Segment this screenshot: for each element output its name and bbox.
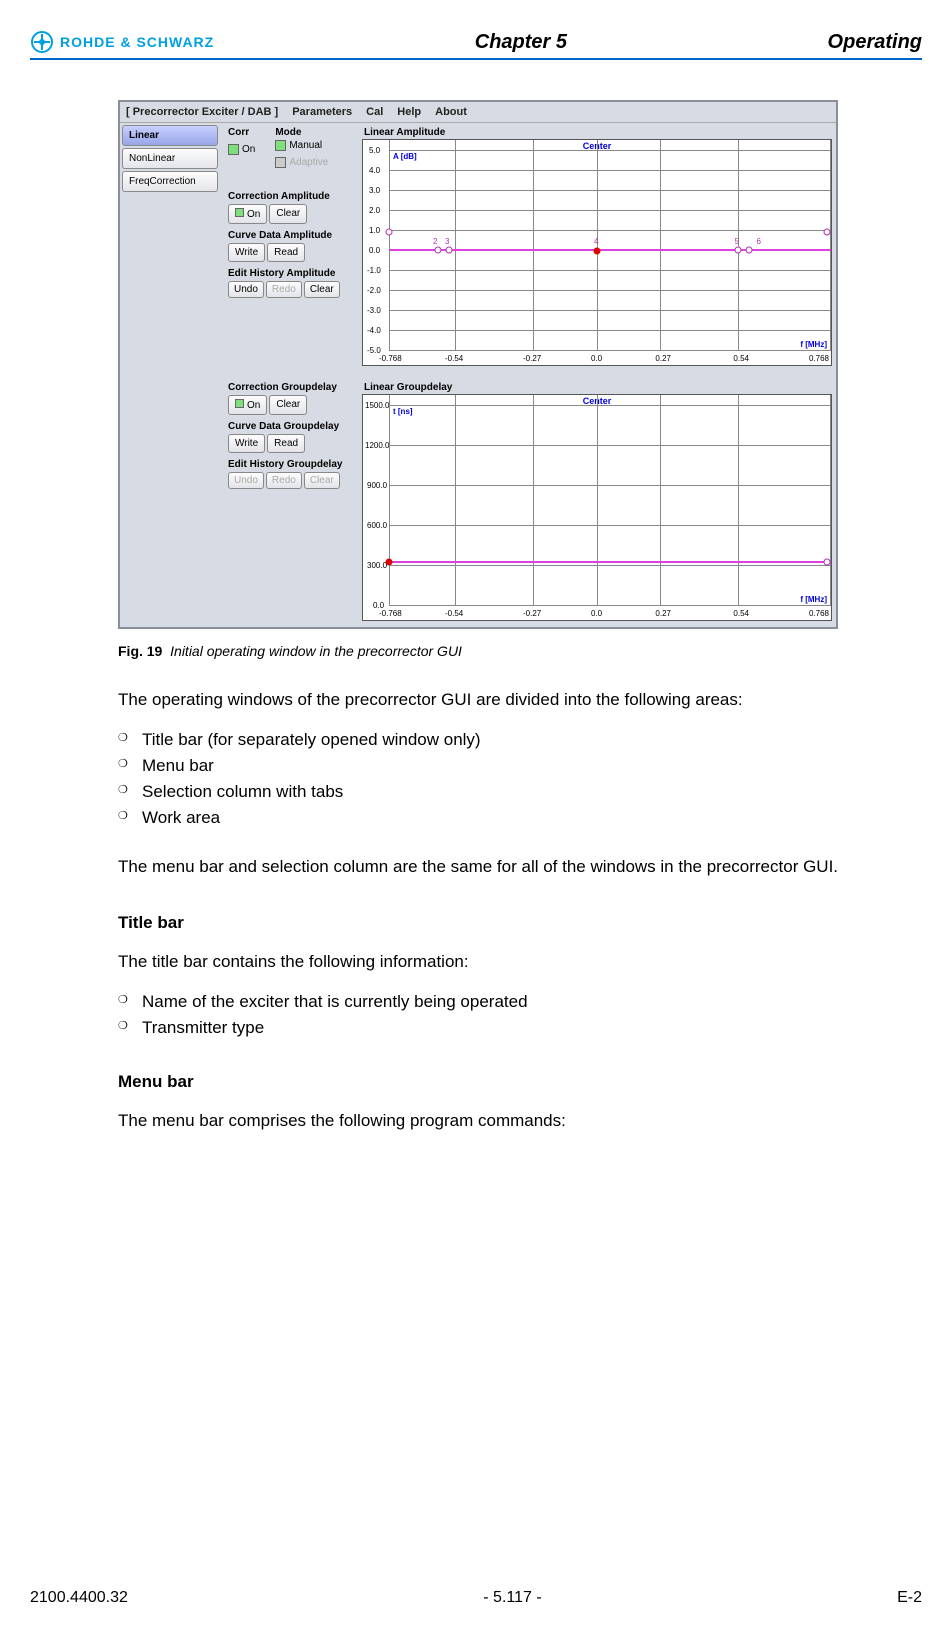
corr-amp-label: Correction Amplitude: [228, 191, 360, 202]
list-item: Work area: [118, 808, 922, 828]
brand-text: ROHDE & SCHWARZ: [60, 34, 214, 50]
corr-gd-label: Correction Groupdelay: [228, 382, 360, 393]
tabs-column: Linear NonLinear FreqCorrection: [120, 123, 220, 627]
hist-amp-redo-button[interactable]: Redo: [266, 281, 302, 298]
screenshot-window: [ Precorrector Exciter / DAB ] Parameter…: [118, 100, 838, 629]
list-item: Transmitter type: [118, 1018, 922, 1038]
hist-gd-undo-button[interactable]: Undo: [228, 472, 264, 489]
chart1-ylabel: A [dB]: [393, 152, 417, 161]
mode-manual-checkbox[interactable]: Manual: [275, 140, 322, 151]
menubar: [ Precorrector Exciter / DAB ] Parameter…: [120, 102, 836, 122]
corr-amp-clear-button[interactable]: Clear: [269, 204, 307, 224]
corr-gd-on-button[interactable]: On: [228, 395, 267, 415]
chart1-xlabel: f [MHz]: [800, 340, 827, 349]
logo-icon: [30, 30, 54, 54]
curve-amp-write-button[interactable]: Write: [228, 243, 265, 262]
paragraph-4: The menu bar comprises the following pro…: [118, 1110, 922, 1133]
footer-left: 2100.4400.32: [30, 1589, 128, 1607]
menu-about[interactable]: About: [435, 106, 467, 118]
curve-amp-label: Curve Data Amplitude: [228, 230, 360, 241]
tab-nonlinear[interactable]: NonLinear: [122, 148, 218, 169]
footer-right: E-2: [897, 1589, 922, 1607]
paragraph-1: The operating windows of the precorrecto…: [118, 689, 922, 712]
hist-amp-undo-button[interactable]: Undo: [228, 281, 264, 298]
page-header: ROHDE & SCHWARZ Chapter 5 Operating: [30, 30, 922, 60]
mode-label: Mode: [275, 127, 328, 138]
chart2-title: Linear Groupdelay: [362, 380, 832, 393]
hist-amp-label: Edit History Amplitude: [228, 268, 360, 279]
menu-cal[interactable]: Cal: [366, 106, 383, 118]
hist-gd-label: Edit History Groupdelay: [228, 459, 360, 470]
curve-gd-write-button[interactable]: Write: [228, 434, 265, 453]
heading-titlebar: Title bar: [118, 913, 922, 933]
curve-gd-label: Curve Data Groupdelay: [228, 421, 360, 432]
mode-adaptive-checkbox[interactable]: Adaptive: [275, 157, 328, 168]
paragraph-3: The title bar contains the following inf…: [118, 951, 922, 974]
menu-help[interactable]: Help: [397, 106, 421, 118]
chart2-ylabel: t [ns]: [393, 407, 413, 416]
corr-amp-on-button[interactable]: On: [228, 204, 267, 224]
list-item: Selection column with tabs: [118, 782, 922, 802]
tab-linear[interactable]: Linear: [122, 125, 218, 146]
figure-caption: Fig. 19 Initial operating window in the …: [118, 643, 922, 659]
window-title: [ Precorrector Exciter / DAB ]: [126, 106, 278, 118]
list-areas: Title bar (for separately opened window …: [118, 730, 922, 828]
tab-freqcorrection[interactable]: FreqCorrection: [122, 171, 218, 192]
chart1-plot[interactable]: Center A [dB] f [MHz] 5.0 4.0 3.0 2.0 1.…: [362, 139, 832, 366]
chart2-plot[interactable]: Center t [ns] f [MHz] 1500.0 1200.0 900.…: [362, 394, 832, 621]
chart2-xlabel: f [MHz]: [800, 595, 827, 604]
menu-parameters[interactable]: Parameters: [292, 106, 352, 118]
paragraph-2: The menu bar and selection column are th…: [118, 856, 922, 879]
curve-amp-read-button[interactable]: Read: [267, 243, 305, 262]
hist-gd-clear-button[interactable]: Clear: [304, 472, 340, 489]
corr-on-checkbox[interactable]: On: [228, 144, 255, 155]
corr-label: Corr: [228, 127, 255, 138]
list-item: Menu bar: [118, 756, 922, 776]
hist-gd-redo-button[interactable]: Redo: [266, 472, 302, 489]
chart1-title: Linear Amplitude: [362, 125, 832, 138]
footer-center: - 5.117 -: [483, 1589, 541, 1607]
header-right: Operating: [828, 31, 922, 54]
hist-amp-clear-button[interactable]: Clear: [304, 281, 340, 298]
header-chapter: Chapter 5: [475, 31, 567, 54]
work-area: Corr On Mode Manual Adaptive: [220, 123, 836, 627]
heading-menubar: Menu bar: [118, 1072, 922, 1092]
list-titlebar: Name of the exciter that is currently be…: [118, 992, 922, 1038]
page-footer: 2100.4400.32 - 5.117 - E-2: [30, 1589, 922, 1607]
list-item: Title bar (for separately opened window …: [118, 730, 922, 750]
list-item: Name of the exciter that is currently be…: [118, 992, 922, 1012]
curve-gd-read-button[interactable]: Read: [267, 434, 305, 453]
corr-gd-clear-button[interactable]: Clear: [269, 395, 307, 415]
